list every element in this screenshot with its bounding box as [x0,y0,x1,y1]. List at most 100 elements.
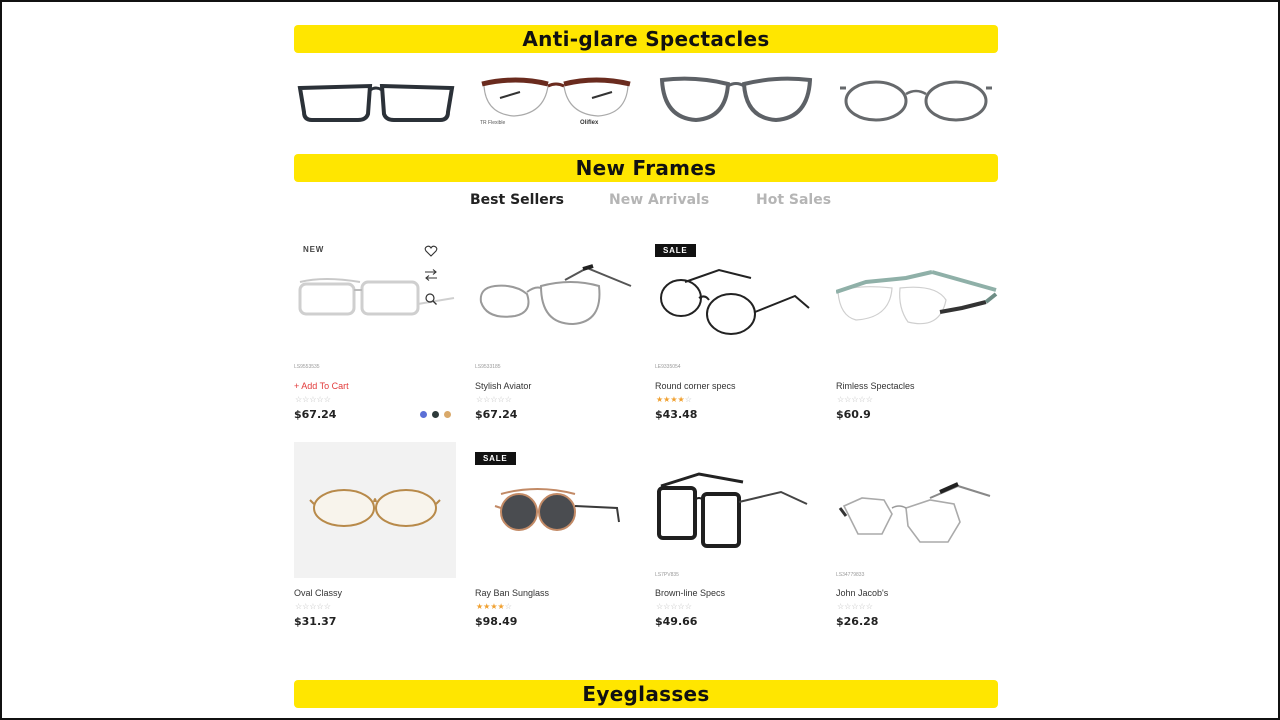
product-card[interactable]: Rimless Spectacles ☆☆☆☆☆ $60.9 [835,238,998,428]
rating-stars: ★★★★☆ [656,396,692,404]
star-empty-icon: ☆ [309,395,317,404]
star-empty-icon: ☆ [684,602,692,611]
section-title: Eyeglasses [582,682,710,706]
product-name[interactable]: Ray Ban Sunglass [475,588,549,598]
product-card[interactable]: LS34779833 John Jacob's ☆☆☆☆☆ $26.28 [836,442,998,632]
section-banner-anti-glare: Anti-glare Spectacles [294,25,998,53]
rating-stars: ☆☆☆☆☆ [837,396,873,404]
product-image[interactable] [294,442,456,578]
product-name[interactable]: Stylish Aviator [475,381,531,391]
star-empty-icon: ☆ [497,395,505,404]
product-sku: LS9553535 [294,364,320,370]
star-empty-icon: ☆ [316,602,324,611]
search-icon[interactable] [424,292,438,306]
oval-gold-glasses-image [309,489,441,527]
star-empty-icon: ☆ [323,602,331,611]
product-price: $60.9 [836,408,871,421]
anti-glare-item-rectangle[interactable] [296,66,456,134]
add-to-cart-button[interactable]: + Add To Cart [294,381,349,391]
heart-icon[interactable] [424,244,438,258]
stylish-aviator-glasses-image [479,264,632,326]
john-jacobs-glasses-image [838,482,991,543]
rating-stars: ★★★★☆ [476,603,512,611]
section-banner-eyeglasses: Eyeglasses [294,680,998,708]
rating-stars: ☆☆☆☆☆ [476,396,512,404]
product-price: $67.24 [294,408,337,421]
star-empty-icon: ☆ [323,395,331,404]
rimless-glasses-image [835,270,998,325]
section-title: New Frames [575,156,717,180]
star-empty-icon: ☆ [851,602,859,611]
round-corner-glasses-image [660,268,810,335]
star-filled-icon: ★ [670,395,678,404]
product-price: $43.48 [655,408,698,421]
star-empty-icon: ☆ [865,602,873,611]
product-image[interactable] [655,238,817,374]
tab-hot-sales[interactable]: Hot Sales [756,192,831,208]
rectangle-black-glasses-image [297,83,455,122]
star-filled-icon: ★ [497,602,505,611]
star-empty-icon: ☆ [684,395,692,404]
color-swatch-blue[interactable] [420,411,427,418]
product-price: $67.24 [475,408,518,421]
star-empty-icon: ☆ [865,395,873,404]
product-card[interactable]: SALE LE9335054 Round corner specs ★★★★☆ … [655,238,817,428]
star-empty-icon: ☆ [309,602,317,611]
product-name[interactable]: Oval Classy [294,588,342,598]
rating-stars: ☆☆☆☆☆ [295,603,331,611]
star-empty-icon: ☆ [504,395,512,404]
star-empty-icon: ☆ [858,395,866,404]
product-name[interactable]: Brown-line Specs [655,588,725,598]
rating-stars: ☆☆☆☆☆ [837,603,873,611]
product-card[interactable]: LS7PV835 Brown-line Specs ☆☆☆☆☆ $49.66 [655,442,817,632]
anti-glare-item-browline[interactable]: TR Flexible Oliflex [476,66,636,134]
color-swatch-gold[interactable] [444,411,451,418]
sale-badge: SALE [475,452,516,465]
anti-glare-row: TR Flexible Oliflex [294,66,998,134]
star-filled-icon: ★ [677,395,685,404]
product-name[interactable]: Round corner specs [655,381,736,391]
product-card[interactable]: NEW LS9553535 + Add To Cart ☆☆☆☆☆ $67.24 [294,238,456,428]
browline-caption-left: TR Flexible [480,120,506,126]
browline-caption-right: Oliflex [580,120,599,126]
anti-glare-item-round-grey[interactable] [656,66,816,134]
product-image[interactable] [835,238,998,374]
product-image[interactable] [655,442,817,578]
product-card[interactable]: LS9533185 Stylish Aviator ☆☆☆☆☆ $67.24 [475,238,637,428]
section-banner-new-frames: New Frames [294,154,998,182]
star-empty-icon: ☆ [504,602,512,611]
new-badge: NEW [303,245,325,254]
anti-glare-item-round-thin[interactable] [836,66,996,134]
rating-stars: ☆☆☆☆☆ [295,396,331,404]
color-swatch-dark[interactable] [432,411,439,418]
product-name[interactable]: John Jacob's [836,588,888,598]
compare-arrows-icon[interactable] [424,268,438,282]
product-sku: LS9533185 [475,364,501,370]
product-sku: LS7PV835 [655,572,679,578]
product-price: $26.28 [836,615,879,628]
product-card[interactable]: SALE Ray Ban Sunglass ★★★★☆ $98.49 [475,442,637,632]
product-price: $31.37 [294,615,337,628]
star-empty-icon: ☆ [490,395,498,404]
product-tabs: Best Sellers New Arrivals Hot Sales [294,192,998,212]
product-actions [424,244,440,316]
section-title: Anti-glare Spectacles [522,27,770,51]
round-thin-glasses-image [840,80,992,122]
product-price: $49.66 [655,615,698,628]
rating-stars: ☆☆☆☆☆ [656,603,692,611]
star-empty-icon: ☆ [670,602,678,611]
round-grey-glasses-image [659,76,813,123]
tab-new-arrivals[interactable]: New Arrivals [609,192,709,208]
product-image[interactable] [475,238,637,374]
star-empty-icon: ☆ [677,602,685,611]
star-empty-icon: ☆ [851,395,859,404]
tab-best-sellers[interactable]: Best Sellers [470,192,564,208]
product-name[interactable]: Rimless Spectacles [836,381,915,391]
product-card[interactable]: Oval Classy ☆☆☆☆☆ $31.37 [294,442,456,632]
star-empty-icon: ☆ [316,395,324,404]
sale-badge: SALE [655,244,696,257]
product-image[interactable] [836,442,998,578]
star-filled-icon: ★ [490,602,498,611]
product-price: $98.49 [475,615,518,628]
product-sku: LE9335054 [655,364,681,370]
